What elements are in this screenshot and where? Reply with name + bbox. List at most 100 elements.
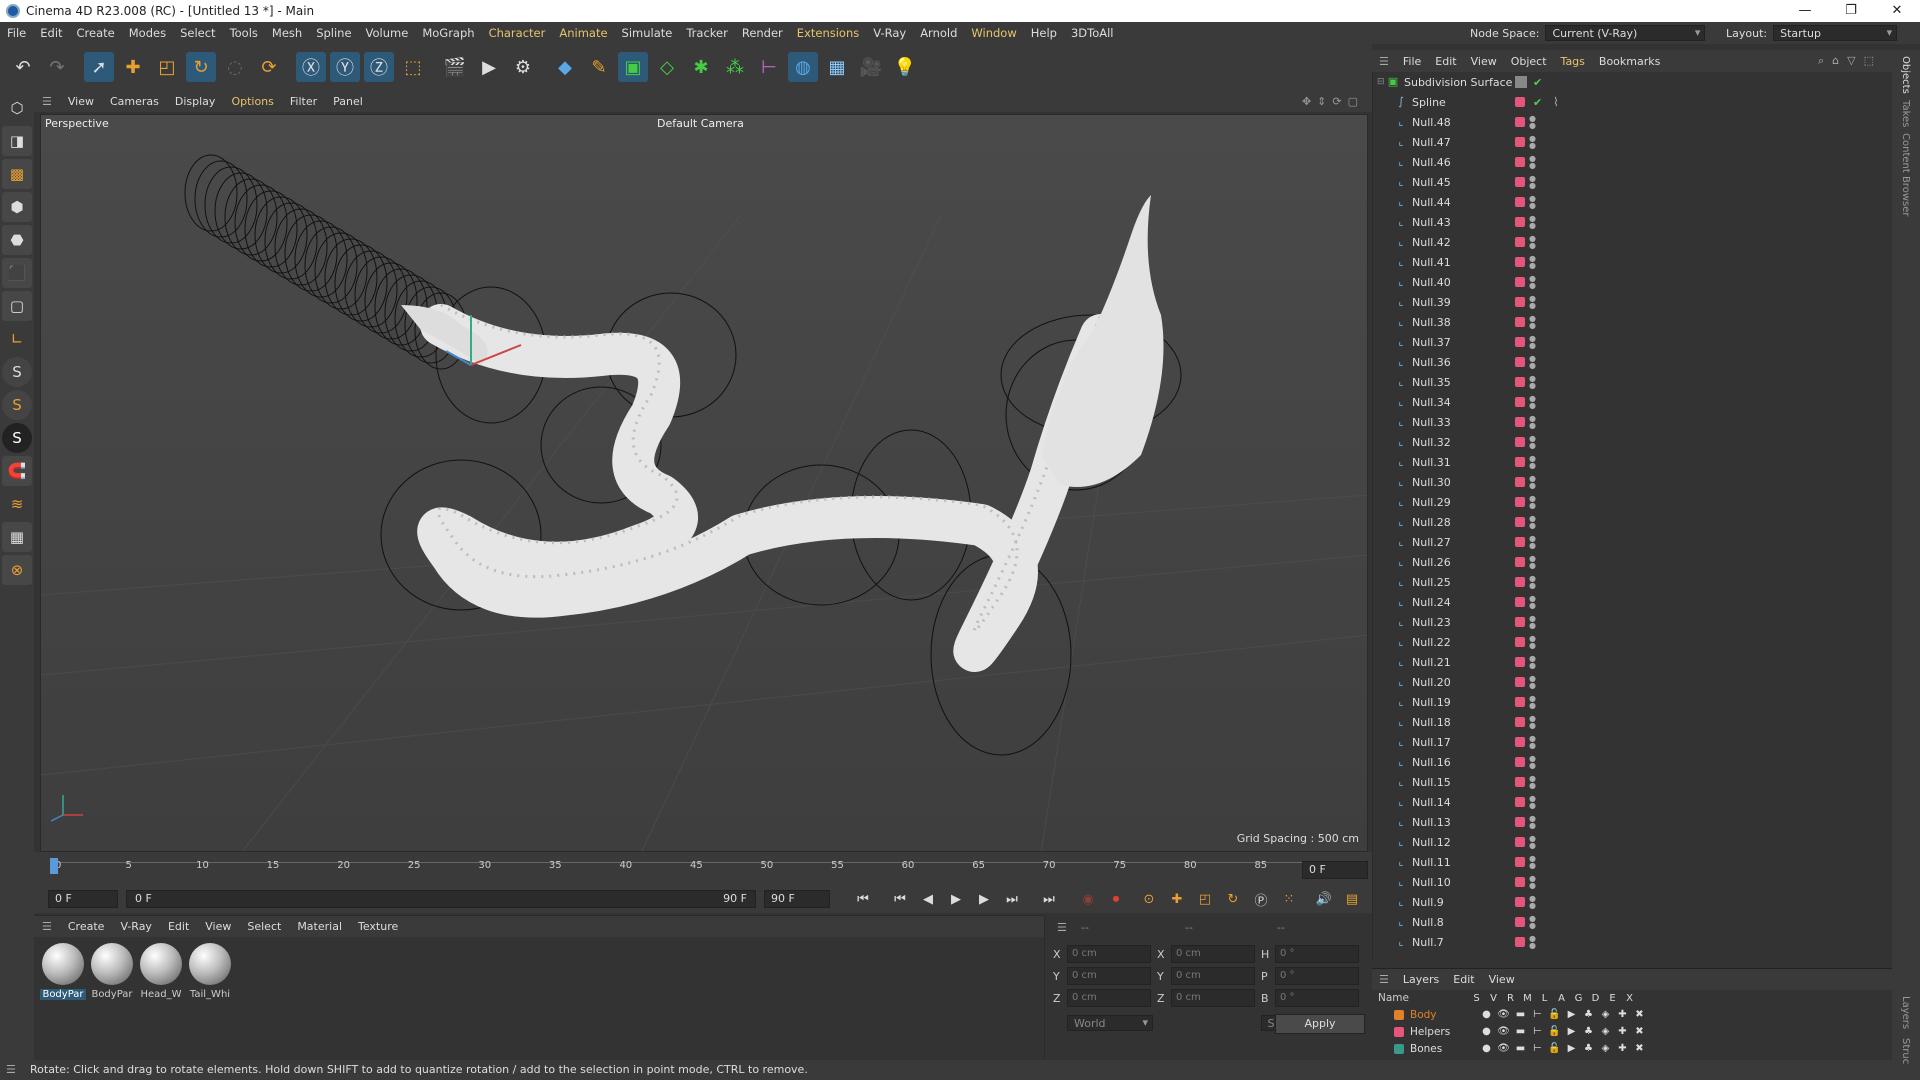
layer-color-icon[interactable] [1515, 437, 1525, 447]
solo-hierarchy-icon[interactable]: S [2, 423, 32, 453]
texture-mode-icon[interactable]: ▩ [2, 159, 32, 189]
object-row-null[interactable]: ⌞ Null.10 ● ● [1373, 872, 1882, 892]
material-menu-select[interactable]: Select [239, 920, 289, 933]
layer-row[interactable]: Helpers ● 👁 ▬ ⊢ 🔓 ▶ ♣ ◈ ✚ ✖ [1372, 1023, 1892, 1040]
lock-icon[interactable]: 🔓 [1546, 1043, 1563, 1054]
visibility-dots-icon[interactable]: ● ● [1529, 315, 1536, 330]
object-row-null[interactable]: ⌞ Null.18 ● ● [1373, 712, 1882, 732]
visibility-dots-icon[interactable]: ● ● [1529, 875, 1536, 890]
layer-color-icon[interactable] [1515, 217, 1525, 227]
menu-simulate[interactable]: Simulate [615, 26, 680, 40]
scheme-icon[interactable]: 🔊 [1313, 888, 1335, 910]
prev-frame-icon[interactable]: ◀ [917, 888, 939, 910]
layer-color-icon[interactable] [1515, 397, 1525, 407]
status-hamburger-icon[interactable]: ☰ [6, 1060, 16, 1080]
restore-icon[interactable]: ❐ [1828, 0, 1874, 22]
menu-animate[interactable]: Animate [552, 26, 614, 40]
menu-window[interactable]: Window [964, 26, 1023, 40]
visibility-dots-icon[interactable]: ● ● [1529, 295, 1536, 310]
y-axis-lock-icon[interactable]: Ⓨ [330, 52, 360, 82]
render-view-icon[interactable]: 🎬 [440, 52, 470, 82]
quantize-icon[interactable]: ⊗ [2, 555, 32, 585]
visibility-dots-icon[interactable]: ● ● [1529, 815, 1536, 830]
solo-dot-icon[interactable]: ● [1478, 1026, 1495, 1037]
recent-tool-icon[interactable]: ◌ [220, 52, 250, 82]
prev-key-icon[interactable]: ⏮ [889, 888, 911, 910]
visibility-dots-icon[interactable]: ● ● [1529, 535, 1536, 550]
object-row-null[interactable]: ⌞ Null.8 ● ● [1373, 912, 1882, 932]
layer-color-icon[interactable] [1515, 577, 1525, 587]
visibility-dots-icon[interactable]: ● ● [1529, 615, 1536, 630]
rotation-p-field[interactable]: 0 ° [1275, 967, 1359, 985]
timeline-window-icon[interactable]: ▤ [1341, 888, 1363, 910]
keyframe-selection-icon[interactable]: ⊙ [1138, 888, 1160, 910]
generator-icon[interactable]: ♣ [1580, 1043, 1597, 1054]
rotation-h-field[interactable]: 0 ° [1275, 945, 1359, 963]
array-icon[interactable]: ◇ [652, 52, 682, 82]
layout-dropdown[interactable]: Startup [1773, 25, 1898, 41]
menu-select[interactable]: Select [173, 26, 222, 40]
layer-color-icon[interactable] [1515, 677, 1525, 687]
visibility-dots-icon[interactable]: ● ● [1529, 195, 1536, 210]
layer-color-icon[interactable] [1515, 777, 1525, 787]
cube-primitive-icon[interactable]: ◆ [550, 52, 580, 82]
object-menu-object[interactable]: Object [1504, 55, 1554, 68]
menu-modes[interactable]: Modes [122, 26, 173, 40]
position-z-field[interactable]: 0 cm [1067, 989, 1151, 1007]
visibility-dots-icon[interactable]: ● ● [1529, 755, 1536, 770]
timeline-end-field[interactable]: 0 F [1302, 861, 1368, 879]
make-editable-icon[interactable]: ⬡ [2, 93, 32, 123]
object-row-null[interactable]: ⌞ Null.14 ● ● [1373, 792, 1882, 812]
object-row-null[interactable]: ⌞ Null.43 ● ● [1373, 212, 1882, 232]
visibility-dots-icon[interactable]: ● ● [1529, 255, 1536, 270]
object-row-null[interactable]: ⌞ Null.20 ● ● [1373, 672, 1882, 692]
play-icon[interactable]: ▶ [945, 888, 967, 910]
point-mode-icon[interactable]: ⬢ [2, 192, 32, 222]
layer-color-icon[interactable] [1515, 517, 1525, 527]
layer-color-icon[interactable] [1515, 157, 1525, 167]
visibility-dots-icon[interactable]: ● ● [1529, 775, 1536, 790]
layer-color-icon[interactable] [1515, 477, 1525, 487]
material-item[interactable]: Tail_Whi [187, 943, 233, 1054]
layer-color-icon[interactable] [1515, 197, 1525, 207]
deformer-icon[interactable]: ⁂ [720, 52, 750, 82]
object-row-spline[interactable]: ∫ Spline ✔ ⌇ [1373, 92, 1882, 112]
layer-row[interactable]: Body ● 👁 ▬ ⊢ 🔓 ▶ ♣ ◈ ✚ ✖ [1372, 1006, 1892, 1023]
visibility-dots-icon[interactable]: ● ● [1529, 455, 1536, 470]
perspective-viewport[interactable]: Perspective Default Camera Grid Spacing … [40, 114, 1368, 852]
rotation-b-field[interactable]: 0 ° [1275, 989, 1359, 1007]
tab-objects[interactable]: Objects [1900, 56, 1911, 94]
xref-icon[interactable]: ✖ [1631, 1026, 1648, 1037]
auto-key-icon[interactable]: ⏺ [1105, 888, 1127, 910]
object-row-null[interactable]: ⌞ Null.48 ● ● [1373, 112, 1882, 132]
collapse-icon[interactable]: ⊟ [1377, 77, 1387, 87]
playhead[interactable] [50, 858, 58, 874]
position-y-field[interactable]: 0 cm [1067, 967, 1151, 985]
manager-icon[interactable]: ⊢ [1529, 1009, 1546, 1020]
material-menu-view[interactable]: View [197, 920, 239, 933]
object-row-null[interactable]: ⌞ Null.12 ● ● [1373, 832, 1882, 852]
z-axis-lock-icon[interactable]: Ⓩ [364, 52, 394, 82]
visibility-dots-icon[interactable]: ● ● [1529, 935, 1536, 950]
visibility-dots-icon[interactable]: ● ● [1529, 555, 1536, 570]
object-row-null[interactable]: ⌞ Null.13 ● ● [1373, 812, 1882, 832]
layer-color-icon[interactable] [1515, 657, 1525, 667]
layer-color-icon[interactable] [1394, 1009, 1404, 1020]
visibility-dots-icon[interactable]: ● ● [1529, 355, 1536, 370]
close-icon[interactable]: ✕ [1874, 0, 1920, 22]
visibility-dots-icon[interactable]: ● ● [1529, 835, 1536, 850]
layer-color-icon[interactable] [1515, 797, 1525, 807]
layer-color-icon[interactable] [1515, 137, 1525, 147]
key-rotation-icon[interactable]: ↻ [1222, 888, 1244, 910]
layer-color-icon[interactable] [1515, 737, 1525, 747]
layer-color-icon[interactable] [1515, 597, 1525, 607]
object-search-filter-icons[interactable]: ⌕⌂▽⬚ [1818, 54, 1882, 68]
layer-color-icon[interactable] [1515, 417, 1525, 427]
object-row-null[interactable]: ⌞ Null.29 ● ● [1373, 492, 1882, 512]
tab-layers[interactable]: Layers [1900, 996, 1911, 1029]
render-icon[interactable]: ▬ [1512, 1026, 1529, 1037]
visibility-dots-icon[interactable]: ● ● [1529, 915, 1536, 930]
grid-snap-icon[interactable]: ▦ [2, 522, 32, 552]
object-row-null[interactable]: ⌞ Null.33 ● ● [1373, 412, 1882, 432]
model-mode-icon[interactable]: ◨ [2, 126, 32, 156]
